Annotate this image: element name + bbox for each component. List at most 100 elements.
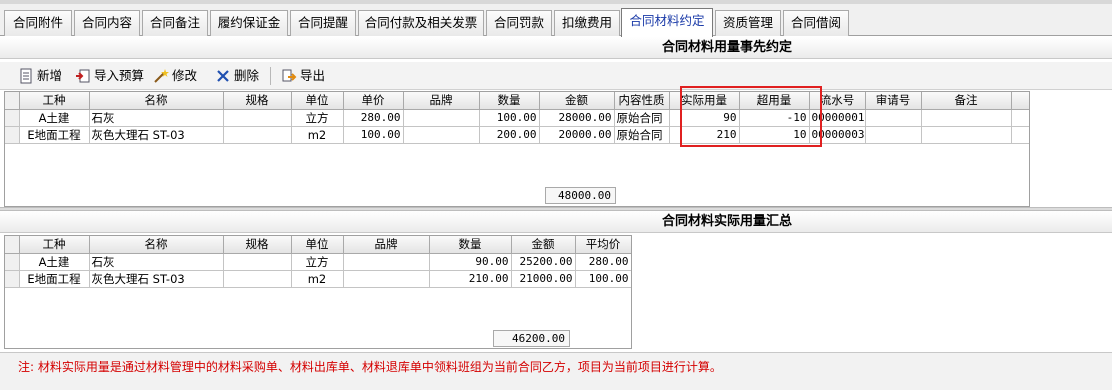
tab-contract-penalty[interactable]: 合同罚款	[486, 10, 552, 36]
col-serial[interactable]: 流水号	[809, 92, 866, 110]
cell-trade[interactable]: E地面工程	[19, 270, 90, 288]
summary-total-amount: 46200.00	[493, 330, 570, 347]
col-name[interactable]: 名称	[89, 236, 224, 254]
export-icon	[282, 69, 297, 82]
cell-nature[interactable]: 原始合同	[614, 109, 670, 127]
cell-amount[interactable]: 28000.00	[539, 109, 615, 127]
cell-qty[interactable]: 200.00	[479, 126, 540, 144]
table-row[interactable]: A土建 石灰 立方 90.00 25200.00 280.00	[5, 253, 631, 271]
cell-avg-price[interactable]: 100.00	[575, 270, 631, 288]
cell-spec[interactable]	[223, 270, 292, 288]
col-trade[interactable]: 工种	[19, 236, 90, 254]
col-actual[interactable]: 实际用量	[669, 92, 740, 110]
col-unit[interactable]: 单位	[291, 236, 344, 254]
cell-trade[interactable]: A土建	[19, 253, 90, 271]
cell-brand[interactable]	[403, 126, 480, 144]
cell-avg-price[interactable]: 280.00	[575, 253, 631, 271]
col-name[interactable]: 名称	[89, 92, 224, 110]
cell-serial[interactable]: 00000001	[809, 109, 866, 127]
row-indicator[interactable]	[5, 109, 20, 127]
import-budget-button[interactable]: 导入预算	[75, 66, 144, 86]
cell-spec[interactable]	[223, 126, 292, 144]
col-brand[interactable]: 品牌	[403, 92, 480, 110]
cell-remark[interactable]	[921, 109, 1012, 127]
delete-button[interactable]: 删除	[215, 66, 259, 86]
col-qty[interactable]: 数量	[479, 92, 540, 110]
tab-contract-remarks[interactable]: 合同备注	[142, 10, 208, 36]
cell-trade[interactable]: A土建	[19, 109, 90, 127]
cell-over[interactable]: -10	[739, 109, 810, 127]
col-spec[interactable]: 规格	[223, 236, 292, 254]
col-nature[interactable]: 内容性质	[614, 92, 670, 110]
cell-serial[interactable]: 00000003	[809, 126, 866, 144]
col-amount[interactable]: 金额	[511, 236, 576, 254]
summary-grid: 工种 名称 规格 单位 品牌 数量 金额 平均价 A土建 石灰 立方 90.00…	[4, 235, 632, 349]
cell-nature[interactable]: 原始合同	[614, 126, 670, 144]
cell-price[interactable]: 100.00	[343, 126, 404, 144]
cell-brand[interactable]	[403, 109, 480, 127]
row-indicator[interactable]	[5, 126, 20, 144]
tab-payment-invoices[interactable]: 合同付款及相关发票	[358, 10, 484, 36]
table-row[interactable]: A土建 石灰 立方 280.00 100.00 28000.00 原始合同 90…	[5, 109, 1029, 127]
footer-note: 注: 材料实际用量是通过材料管理中的材料采购单、材料出库单、材料退库单中领料班组…	[0, 352, 1112, 390]
row-indicator[interactable]	[5, 270, 20, 288]
cell-amount[interactable]: 20000.00	[539, 126, 615, 144]
cell-name[interactable]: 灰色大理石 ST-03	[89, 270, 224, 288]
cell-qty[interactable]: 210.00	[429, 270, 512, 288]
cell-actual[interactable]: 210	[669, 126, 740, 144]
cell-qty[interactable]: 100.00	[479, 109, 540, 127]
cell-name[interactable]: 石灰	[89, 253, 224, 271]
row-indicator[interactable]	[5, 253, 20, 271]
cell-unit[interactable]: 立方	[291, 109, 344, 127]
section1-title: 合同材料用量事先约定	[0, 37, 1112, 59]
col-avg-price[interactable]: 平均价	[575, 236, 631, 254]
col-price[interactable]: 单价	[343, 92, 404, 110]
close-icon	[217, 70, 229, 82]
tab-performance-bond[interactable]: 履约保证金	[210, 10, 288, 36]
table-row[interactable]: E地面工程 灰色大理石 ST-03 m2 100.00 200.00 20000…	[5, 126, 1029, 144]
col-amount[interactable]: 金额	[539, 92, 615, 110]
cell-over[interactable]: 10	[739, 126, 810, 144]
cell-unit[interactable]: 立方	[291, 253, 344, 271]
add-button[interactable]: 新增	[18, 66, 62, 86]
cell-brand[interactable]	[343, 270, 430, 288]
cell-spec[interactable]	[223, 253, 292, 271]
table-row[interactable]: E地面工程 灰色大理石 ST-03 m2 210.00 21000.00 100…	[5, 270, 631, 288]
cell-apply[interactable]	[865, 109, 922, 127]
cell-amount[interactable]: 21000.00	[511, 270, 576, 288]
cell-name[interactable]: 灰色大理石 ST-03	[89, 126, 224, 144]
cell-spec[interactable]	[223, 109, 292, 127]
tab-qualification[interactable]: 资质管理	[715, 10, 781, 36]
cell-amount[interactable]: 25200.00	[511, 253, 576, 271]
edit-button[interactable]: 修改	[153, 66, 197, 86]
col-over[interactable]: 超用量	[739, 92, 810, 110]
col-trade[interactable]: 工种	[19, 92, 90, 110]
tab-contract-reminder[interactable]: 合同提醒	[290, 10, 356, 36]
col-apply[interactable]: 审请号	[865, 92, 922, 110]
col-unit[interactable]: 单位	[291, 92, 344, 110]
cell-unit[interactable]: m2	[291, 126, 344, 144]
cell-apply[interactable]	[865, 126, 922, 144]
edit-label: 修改	[172, 68, 198, 83]
top-border	[0, 0, 1112, 4]
col-remark[interactable]: 备注	[921, 92, 1012, 110]
tab-contract-attachments[interactable]: 合同附件	[4, 10, 72, 36]
cell-name[interactable]: 石灰	[89, 109, 224, 127]
cell-trade[interactable]: E地面工程	[19, 126, 90, 144]
col-qty[interactable]: 数量	[429, 236, 512, 254]
cell-unit[interactable]: m2	[291, 270, 344, 288]
tab-contract-content[interactable]: 合同内容	[74, 10, 140, 36]
cell-remark[interactable]	[921, 126, 1012, 144]
export-button[interactable]: 导出	[281, 66, 325, 86]
cell-actual[interactable]: 90	[669, 109, 740, 127]
row-indicator-header	[5, 92, 20, 110]
cell-price[interactable]: 280.00	[343, 109, 404, 127]
cell-brand[interactable]	[343, 253, 430, 271]
cell-qty[interactable]: 90.00	[429, 253, 512, 271]
tab-contract-borrowing[interactable]: 合同借阅	[783, 10, 849, 36]
col-spec[interactable]: 规格	[223, 92, 292, 110]
tab-deductions[interactable]: 扣缴费用	[554, 10, 620, 36]
col-brand[interactable]: 品牌	[343, 236, 430, 254]
cell-filler	[1011, 126, 1029, 144]
tab-material-agreement[interactable]: 合同材料约定	[621, 8, 713, 37]
